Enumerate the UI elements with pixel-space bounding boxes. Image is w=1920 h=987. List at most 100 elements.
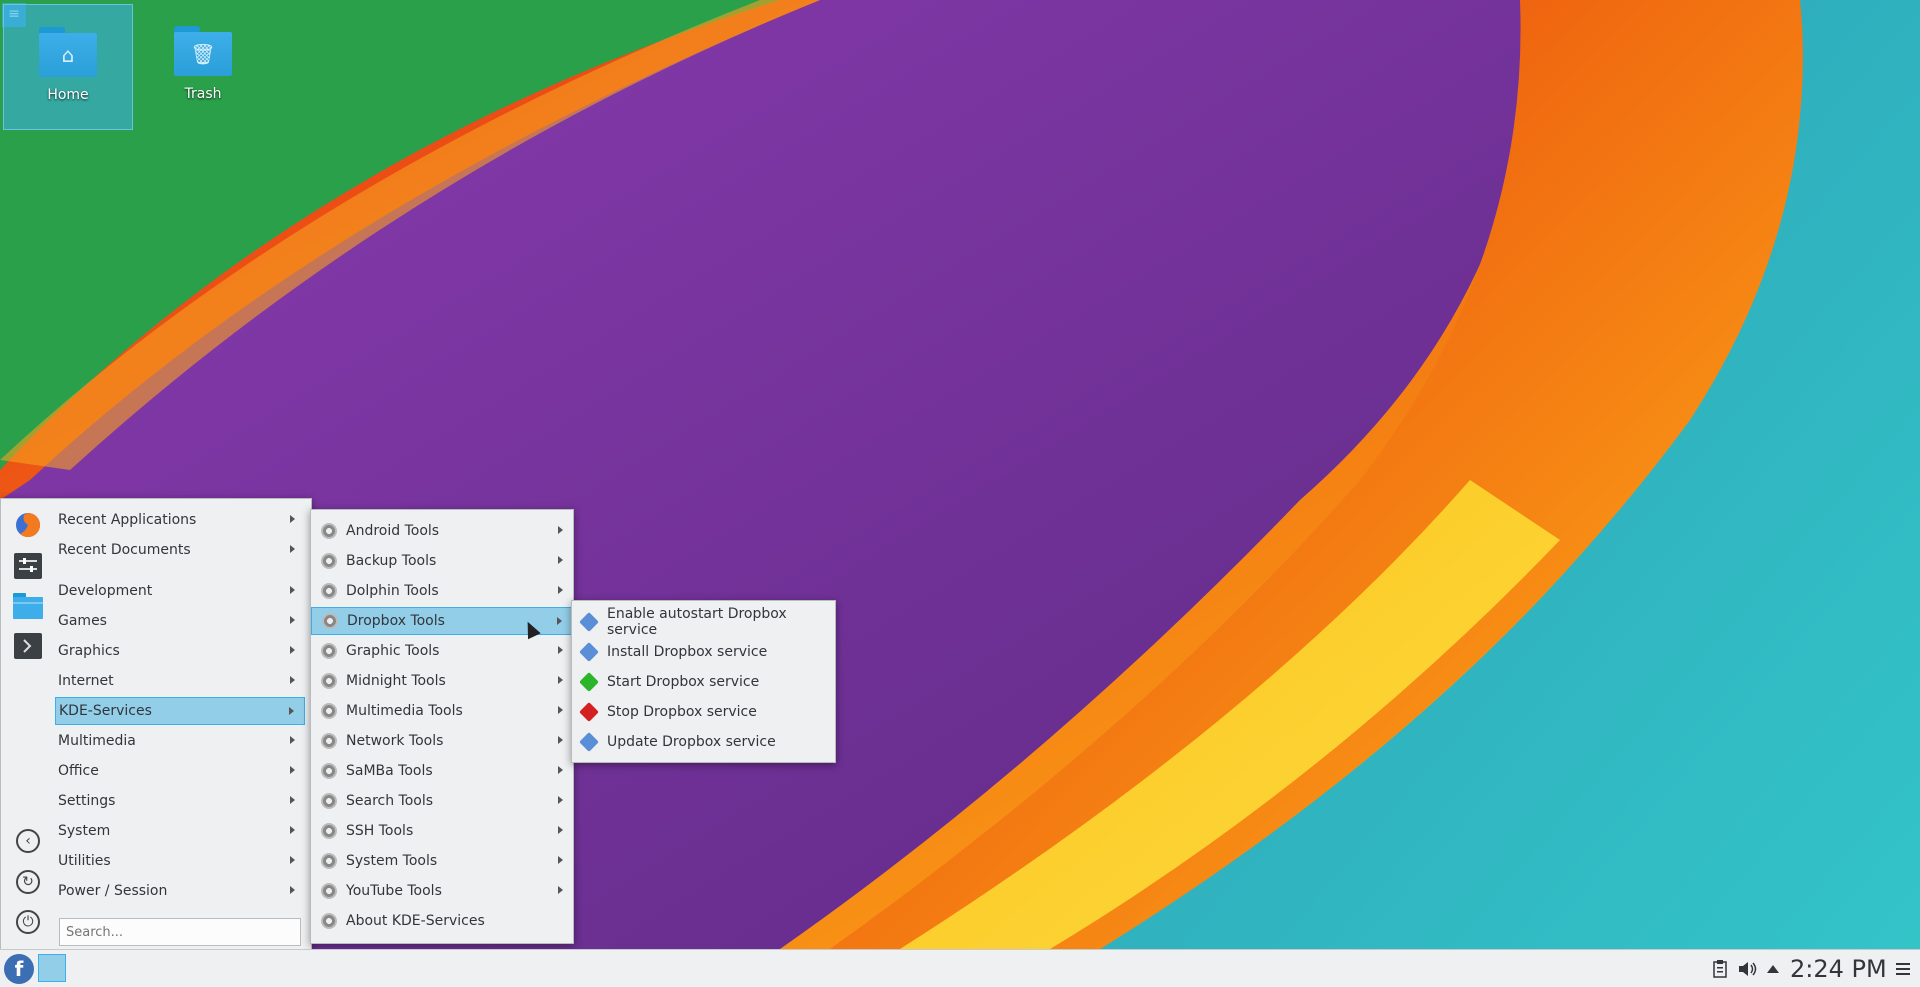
expand-tray-icon[interactable] <box>1764 958 1782 980</box>
submenu-item-network-tools[interactable]: Network Tools <box>311 727 573 755</box>
submenu-item-graphic-tools[interactable]: Graphic Tools <box>311 637 573 665</box>
menu-item-label: Search Tools <box>346 793 434 809</box>
launcher-item-utilities[interactable]: Utilities <box>55 847 305 875</box>
dropbox-icon <box>579 732 599 752</box>
launcher-item-settings[interactable]: Settings <box>55 787 305 815</box>
gear-icon <box>321 703 337 719</box>
clipboard-icon[interactable] <box>1712 958 1728 980</box>
submenu-arrow-icon <box>290 766 295 774</box>
dropbox-start-icon <box>579 672 599 692</box>
menu-item-label: Dolphin Tools <box>346 583 439 599</box>
dropbox-item-stop[interactable]: Stop Dropbox service <box>572 698 835 726</box>
desktop-icon-home[interactable]: ⌂ Home <box>3 4 133 130</box>
launcher-search-input[interactable] <box>59 918 301 946</box>
virtual-desktop-pager[interactable] <box>38 954 66 982</box>
gear-icon <box>321 913 337 929</box>
dropbox-item-install[interactable]: Install Dropbox service <box>572 638 835 666</box>
menu-item-label: Backup Tools <box>346 553 437 569</box>
dropbox-item-update[interactable]: Update Dropbox service <box>572 728 835 756</box>
submenu-arrow-icon <box>290 676 295 684</box>
trash-folder-icon: 🗑 <box>174 26 232 76</box>
launcher-item-development[interactable]: Development <box>55 577 305 605</box>
gear-icon <box>321 733 337 749</box>
launcher-item-internet[interactable]: Internet <box>55 667 305 695</box>
taskbar: f 2:24 PM <box>0 949 1920 987</box>
submenu-item-samba-tools[interactable]: SaMBa Tools <box>311 757 573 785</box>
dropbox-tools-submenu: Enable autostart Dropbox service Install… <box>571 600 836 763</box>
submenu-arrow-icon <box>290 856 295 864</box>
panel-menu-icon[interactable] <box>1894 958 1912 980</box>
launcher-item-games[interactable]: Games <box>55 607 305 635</box>
launcher-item-system[interactable]: System <box>55 817 305 845</box>
launcher-item-office[interactable]: Office <box>55 757 305 785</box>
desktop-icon-label: Trash <box>184 86 222 102</box>
submenu-arrow-icon <box>558 766 563 774</box>
submenu-arrow-icon <box>290 886 295 894</box>
gear-icon <box>321 583 337 599</box>
submenu-arrow-icon <box>558 646 563 654</box>
gear-icon <box>321 553 337 569</box>
menu-item-label: Development <box>58 583 153 599</box>
launcher-item-power-session[interactable]: Power / Session <box>55 877 305 905</box>
submenu-arrow-icon <box>290 646 295 654</box>
submenu-arrow-icon <box>558 586 563 594</box>
submenu-item-android-tools[interactable]: Android Tools <box>311 517 573 545</box>
volume-icon[interactable] <box>1737 958 1759 980</box>
gear-icon <box>321 523 337 539</box>
desktop-icon-trash[interactable]: 🗑 Trash <box>138 4 268 130</box>
gear-icon <box>321 763 337 779</box>
launcher-item-kde-services[interactable]: KDE-Services <box>55 697 305 725</box>
submenu-item-midnight-tools[interactable]: Midnight Tools <box>311 667 573 695</box>
menu-item-label: Graphics <box>58 643 120 659</box>
launcher-item-multimedia[interactable]: Multimedia <box>55 727 305 755</box>
launcher-sidebar: ‹ ↻ ⏻ <box>7 499 51 949</box>
submenu-item-multimedia-tools[interactable]: Multimedia Tools <box>311 697 573 725</box>
switch-user-icon[interactable]: ↻ <box>16 870 40 894</box>
system-settings-icon[interactable] <box>13 551 43 581</box>
menu-item-label: Graphic Tools <box>346 643 440 659</box>
menu-item-label: Start Dropbox service <box>607 674 760 690</box>
launcher-item-graphics[interactable]: Graphics <box>55 637 305 665</box>
kde-services-submenu: Android Tools Backup Tools Dolphin Tools… <box>310 509 574 944</box>
menu-item-label: Midnight Tools <box>346 673 446 689</box>
application-launcher-menu: ‹ ↻ ⏻ Recent Applications Recent Documen… <box>0 498 312 950</box>
menu-item-label: Multimedia Tools <box>346 703 463 719</box>
submenu-item-about-kde-services[interactable]: About KDE-Services <box>311 907 573 935</box>
file-manager-icon[interactable] <box>13 591 43 621</box>
menu-item-label: Network Tools <box>346 733 444 749</box>
menu-item-label: SSH Tools <box>346 823 414 839</box>
firefox-icon[interactable] <box>13 510 43 540</box>
submenu-item-ssh-tools[interactable]: SSH Tools <box>311 817 573 845</box>
launcher-item-recent-applications[interactable]: Recent Applications <box>55 506 305 534</box>
dropbox-item-enable-autostart[interactable]: Enable autostart Dropbox service <box>572 606 835 638</box>
menu-item-label: KDE-Services <box>59 703 152 719</box>
menu-item-label: About KDE-Services <box>346 913 485 929</box>
submenu-item-dolphin-tools[interactable]: Dolphin Tools <box>311 577 573 605</box>
terminal-icon[interactable] <box>13 631 43 661</box>
dropbox-icon <box>579 642 599 662</box>
application-launcher-button[interactable]: f <box>4 954 34 984</box>
shutdown-icon[interactable]: ⏻ <box>16 910 40 934</box>
menu-item-label: Install Dropbox service <box>607 644 768 660</box>
submenu-item-backup-tools[interactable]: Backup Tools <box>311 547 573 575</box>
clock[interactable]: 2:24 PM <box>1790 954 1887 984</box>
gear-icon <box>321 793 337 809</box>
back-icon[interactable]: ‹ <box>16 829 40 853</box>
submenu-arrow-icon <box>290 616 295 624</box>
submenu-arrow-icon <box>289 707 294 715</box>
dropbox-item-start[interactable]: Start Dropbox service <box>572 668 835 696</box>
menu-item-label: Android Tools <box>346 523 440 539</box>
gear-icon <box>321 883 337 899</box>
gear-icon <box>321 643 337 659</box>
launcher-item-recent-documents[interactable]: Recent Documents <box>55 536 305 564</box>
submenu-item-search-tools[interactable]: Search Tools <box>311 787 573 815</box>
menu-item-label: Recent Applications <box>58 512 197 528</box>
menu-item-label: Stop Dropbox service <box>607 704 757 720</box>
submenu-arrow-icon <box>558 856 563 864</box>
submenu-item-system-tools[interactable]: System Tools <box>311 847 573 875</box>
submenu-arrow-icon <box>558 796 563 804</box>
gear-icon <box>321 673 337 689</box>
submenu-item-youtube-tools[interactable]: YouTube Tools <box>311 877 573 905</box>
menu-item-label: SaMBa Tools <box>346 763 433 779</box>
dropbox-icon <box>579 612 599 632</box>
